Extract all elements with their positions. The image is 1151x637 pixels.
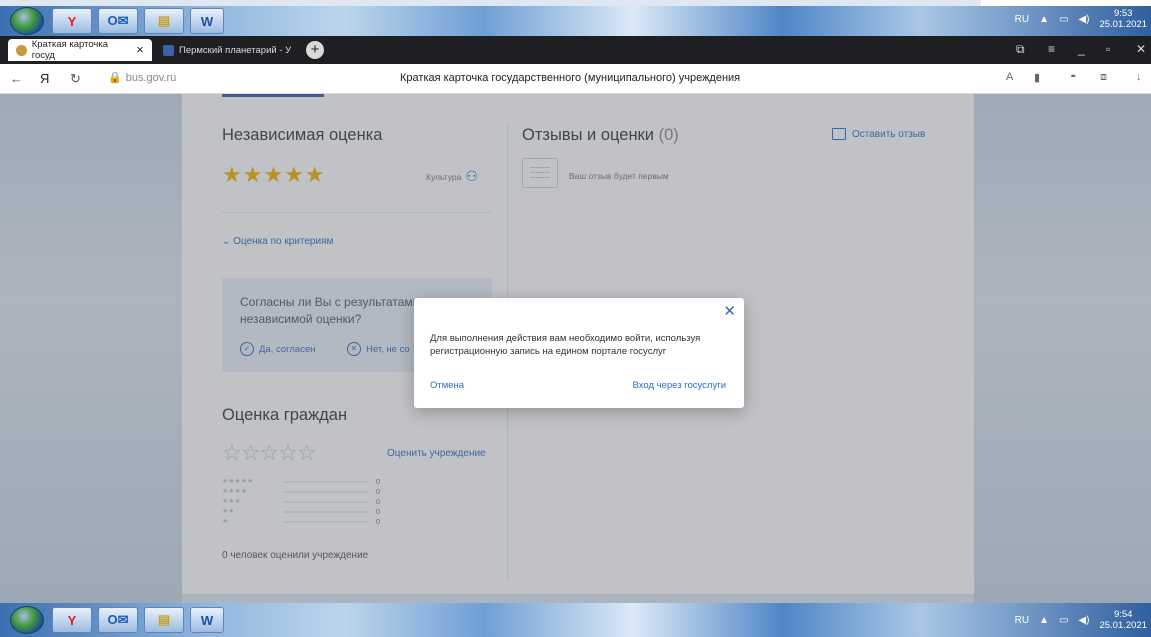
language-indicator[interactable]: RU — [1015, 14, 1029, 25]
reload-icon[interactable]: ↻ — [70, 71, 81, 87]
yandex-browser-icon[interactable]: Y — [52, 8, 92, 34]
download-icon[interactable]: ↓ — [1136, 71, 1142, 83]
new-tab-button[interactable]: + — [306, 41, 324, 59]
address-page-title[interactable]: Краткая карточка государственного (муниц… — [400, 72, 740, 84]
browser-tab-bar: Краткая карточка госуд ✕ Пермский планет… — [0, 36, 1151, 64]
back-icon[interactable]: ← — [10, 71, 23, 86]
tab-inactive[interactable]: Пермский планетарий - У — [155, 39, 301, 61]
gosuslugi-login-button[interactable]: Вход через госуслуги — [633, 380, 726, 391]
address-bar: ← Я ↻ 🔒 bus.gov.ru Краткая карточка госу… — [0, 64, 1151, 94]
minimize-icon[interactable]: _ — [1078, 42, 1085, 56]
bookmark-icon[interactable]: ▮ — [1034, 71, 1040, 84]
clock-time: 9:53 — [1113, 8, 1133, 19]
file-explorer-icon[interactable]: ▤ — [144, 607, 184, 633]
clock[interactable]: 9:53 25.01.2021 — [1099, 8, 1147, 30]
tab-label: Пермский планетарий - У — [179, 44, 292, 56]
clock[interactable]: 9:54 25.01.2021 — [1099, 609, 1147, 631]
taskbar-bottom: Y O✉ ▤ W RU ▲ ▭ ◀) 9:54 25.01.2021 — [0, 603, 1151, 637]
tabs-menu-icon[interactable]: ⧉ — [1016, 42, 1025, 57]
login-required-dialog: ✕ Для выполнения действия вам необходимо… — [414, 298, 744, 408]
start-orb-icon[interactable] — [10, 606, 44, 634]
start-orb-icon[interactable] — [10, 7, 44, 35]
word-icon[interactable]: W — [190, 607, 224, 633]
tray-arrow-icon[interactable]: ▲ — [1039, 615, 1049, 626]
yandex-home-icon[interactable]: Я — [40, 71, 49, 86]
taskbar-top: Y O✉ ▤ W RU ▲ ▭ ◀) 9:53 25.01.2021 — [0, 6, 1151, 36]
tab-active[interactable]: Краткая карточка госуд ✕ — [8, 39, 152, 61]
network-icon[interactable]: ▭ — [1059, 615, 1068, 626]
clock-time: 9:54 — [1113, 609, 1133, 620]
clock-date: 25.01.2021 — [1099, 620, 1147, 631]
file-explorer-icon[interactable]: ▤ — [144, 8, 184, 34]
menu-icon[interactable]: ≡ — [1048, 42, 1055, 56]
translate-icon[interactable]: A — [1006, 71, 1013, 83]
incognito-icon[interactable]: ◓ — [1070, 71, 1077, 83]
tab-label: Краткая карточка госуд — [31, 39, 109, 61]
system-tray: RU ▲ ▭ ◀) 9:53 25.01.2021 — [1015, 8, 1147, 30]
gov-emblem-icon — [16, 44, 27, 56]
lock-icon: 🔒 — [108, 72, 122, 84]
close-icon[interactable]: ✕ — [723, 302, 736, 320]
yandex-browser-icon[interactable]: Y — [52, 607, 92, 633]
url-host-text: bus.gov.ru — [125, 71, 177, 84]
dialog-message: Для выполнения действия вам необходимо в… — [430, 333, 701, 357]
clock-date: 25.01.2021 — [1099, 19, 1147, 30]
outlook-icon[interactable]: O✉ — [98, 607, 138, 633]
extensions-icon[interactable]: ⧈ — [1100, 71, 1107, 84]
volume-icon[interactable]: ◀) — [1078, 615, 1089, 626]
network-icon[interactable]: ▭ — [1059, 14, 1068, 25]
restore-icon[interactable]: ▫ — [1106, 42, 1110, 56]
close-window-icon[interactable]: ✕ — [1136, 42, 1146, 56]
cancel-button[interactable]: Отмена — [430, 380, 464, 391]
system-tray: RU ▲ ▭ ◀) 9:54 25.01.2021 — [1015, 609, 1147, 631]
outlook-icon[interactable]: O✉ — [98, 8, 138, 34]
url-host[interactable]: 🔒 bus.gov.ru — [108, 71, 177, 85]
volume-icon[interactable]: ◀) — [1078, 14, 1089, 25]
language-indicator[interactable]: RU — [1015, 615, 1029, 626]
tab-close-icon[interactable]: ✕ — [136, 45, 144, 56]
word-icon[interactable]: W — [190, 8, 224, 34]
tray-arrow-icon[interactable]: ▲ — [1039, 14, 1049, 25]
planetarium-icon — [163, 44, 174, 56]
